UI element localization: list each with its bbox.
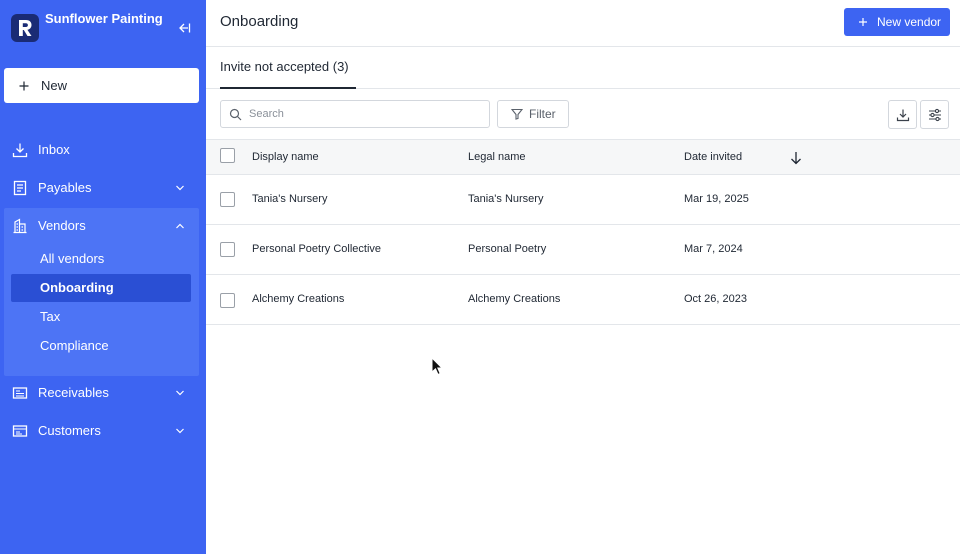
new-button-label: New [41,78,68,93]
filter-icon [511,108,523,120]
column-header-display-name[interactable]: Display name [252,140,319,174]
active-tab-indicator [220,87,356,89]
search-box[interactable] [220,100,490,128]
cell-display-name: Personal Poetry Collective [252,243,382,255]
mouse-cursor-icon [431,357,443,376]
plus-icon [859,18,867,26]
sidebar-item-inbox[interactable]: Inbox [4,133,199,167]
new-button[interactable]: New [4,68,199,103]
cell-date-invited: Mar 7, 2024 [684,243,743,255]
table-row[interactable]: Tania's Nursery Tania's Nursery Mar 19, … [206,175,960,225]
sidebar-item-payables[interactable]: Payables [4,171,199,205]
sliders-icon [928,108,941,121]
cell-date-invited: Oct 26, 2023 [684,293,747,305]
sidebar-item-customers[interactable]: Customers [4,414,199,448]
chevron-down-icon [176,185,184,191]
download-icon [896,109,909,121]
main-content: Onboarding New vendor Invite not accepte… [206,0,960,554]
brand[interactable]: Sunflower Painting [11,10,201,48]
inbox-icon [12,143,28,158]
page-title: Onboarding [220,13,299,30]
sidebar-item-label: Payables [38,180,92,195]
row-checkbox[interactable] [220,192,235,207]
customers-icon [12,425,28,437]
download-button[interactable] [888,100,917,129]
sidebar-subitem-onboarding[interactable]: Onboarding [11,274,191,302]
cell-display-name: Tania's Nursery [252,193,328,205]
filter-button[interactable]: Filter [497,100,569,128]
cell-display-name: Alchemy Creations [252,293,345,305]
logo-mark-icon [19,20,32,36]
sidebar-subitem-tax[interactable]: Tax [11,303,191,331]
search-input[interactable] [249,104,485,124]
sidebar-item-label: Customers [38,423,101,438]
cell-date-invited: Mar 19, 2025 [684,193,749,205]
collapse-icon [179,23,191,33]
sort-descending-icon[interactable] [790,151,802,165]
vendors-group: Vendors All vendors Onboarding Tax Compl… [4,208,199,376]
search-icon [229,108,242,121]
new-vendor-button[interactable]: New vendor [844,8,950,36]
row-checkbox[interactable] [220,293,235,308]
table-row[interactable]: Personal Poetry Collective Personal Poet… [206,225,960,275]
filter-button-label: Filter [529,107,556,121]
sidebar-item-label: Inbox [38,142,70,157]
sidebar-item-vendors[interactable]: Vendors [4,209,199,243]
receivables-icon [12,387,28,399]
chevron-up-icon [176,223,184,229]
chevron-down-icon [176,390,184,396]
tab-bar: Invite not accepted (3) [206,47,960,89]
cell-legal-name: Alchemy Creations [468,293,561,305]
cell-legal-name: Tania's Nursery [468,193,544,205]
row-checkbox[interactable] [220,242,235,257]
brand-logo [11,14,39,42]
sidebar-item-label: Vendors [38,218,86,233]
column-header-date-invited[interactable]: Date invited [684,140,742,174]
sidebar-subitem-compliance[interactable]: Compliance [11,332,191,360]
select-all-checkbox[interactable] [220,148,235,163]
tab-invite-not-accepted[interactable]: Invite not accepted (3) [220,47,351,88]
column-settings-button[interactable] [920,100,949,129]
table-row[interactable]: Alchemy Creations Alchemy Creations Oct … [206,275,960,325]
cell-legal-name: Personal Poetry [468,243,547,255]
payables-icon [13,180,27,196]
plus-icon [19,81,29,90]
new-vendor-button-label: New vendor [877,15,942,29]
chevron-down-icon [176,428,184,434]
table-header: Display name Legal name Date invited [206,139,960,175]
sidebar: Sunflower Painting New Inbox Payables Ve… [0,0,206,554]
sidebar-subitem-all-vendors[interactable]: All vendors [11,245,191,273]
brand-name: Sunflower Painting [45,11,163,26]
vendors-icon [13,218,27,234]
sidebar-item-receivables[interactable]: Receivables [4,376,199,410]
column-header-legal-name[interactable]: Legal name [468,140,526,174]
sidebar-item-label: Receivables [38,385,109,400]
collapse-sidebar-button[interactable] [175,19,193,37]
